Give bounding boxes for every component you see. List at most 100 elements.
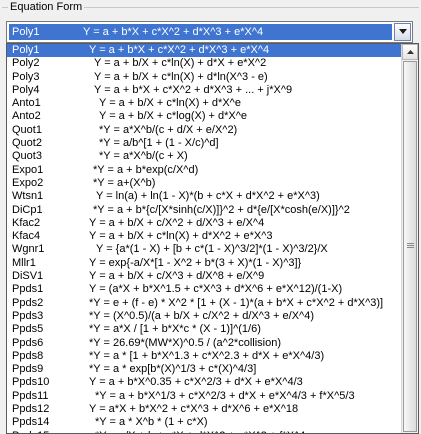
list-item[interactable]: Mllr1 Y = exp{-a/X*[1 - X^2 + b*(3 + X)*(… [7,257,401,270]
list-item[interactable]: Ppds8 *Y = a * [1 + b*X^1.3 + c*X^2.3 + d… [7,350,401,363]
list-item[interactable]: Anto2 Y = a + b/X + c*log(X) + d*X^e [7,110,401,123]
list-item[interactable]: Poly1 Y = a + b*X + c*X^2 + d*X^3 + e*X^4 [7,44,401,58]
list-item[interactable]: Ppds11 *Y = a + b*X^1/3 + c*X^2/3 + d*X +… [7,390,401,403]
list-item[interactable]: Ppds12 Y = a*X + b*X^2 + c*X^3 + d*X^6 + … [7,403,401,416]
equation-formula: Y = a*X + b*X^2 + c*X^3 + d*X^6 + e*X^18 [89,403,299,416]
list-item[interactable]: Expo1 *Y = a + b*exp(c/X^d) [7,164,401,177]
equation-formula: Y = a + b/X + c*log(X) + d*X^e [99,110,248,123]
combo-selected-name: Poly1 [12,26,40,38]
list-item[interactable]: Quot3 *Y = a*X^b/(c + X) [7,150,401,163]
equation-formula: *Y = e + (f - e) * X^2 * [1 + (X - 1)*(a… [89,296,384,309]
equation-name: Expo1 [12,163,44,176]
combo-selected-value: Poly1 Y = a + b*X + c*X^2 + d*X^3 + e*X^… [9,24,392,40]
equation-formula: Y = a + b/X + c/X^2 + d/X^3 + e/X^4 [89,216,265,229]
equation-name: Ppds5 [12,323,44,336]
equation-formula: *Y = a/X + b + c*X + d*X^2 + e*X^3 + f*X… [95,430,305,433]
grip-line [407,247,414,248]
list-item[interactable]: Anto1 Y = a + b/X + c*ln(X) + d*X^e [7,97,401,110]
grip-line [407,243,414,244]
equation-formula: *Y = a * exp[b*(X)^1/3 + c*(X)^4/3] [89,363,257,376]
equation-formula: Y = a + b/X + c/X^3 + d/X^8 + e/X^9 [89,270,265,283]
equation-name: Wtsn1 [12,190,44,203]
equation-formula: *Y = a * [1 + b*X^1.3 + c*X^2.3 + d*X + … [89,349,325,362]
list-item[interactable]: Ppds6 *Y = 26.69*(MW*X)^0.5 / (a^2*collis… [7,337,401,350]
equation-formula: Y = {a*(1 - X) + [b + c*(1 - X)^3/2]*(1 … [96,243,328,256]
equation-formula: *Y = a*X^b/(c + X) [99,150,188,163]
list-item[interactable]: Ppds15 *Y = a/X + b + c*X + d*X^2 + e*X^3… [7,430,401,433]
equation-name: Kfac2 [12,216,41,229]
equation-list-rows: Poly1 Y = a + b*X + c*X^2 + d*X^3 + e*X^4… [7,44,401,433]
equation-name: Wgnr1 [12,243,45,256]
equation-name: Quot2 [12,137,42,150]
equation-formula: Y = a + b/X + c*ln(X) + d*X + e*X^2 [94,57,267,70]
list-item[interactable]: Ppds2 *Y = e + (f - e) * X^2 * [1 + (X - … [7,297,401,310]
equation-formula: Y = ln(a) + ln(1 - X)*(b + c*X + d*X^2 +… [96,190,320,203]
equation-formula: *Y = a + b*X^1/3 + c*X^2/3 + d*X + e*X^4… [95,389,355,402]
list-item[interactable]: Poly4 Y = a + b*X + c*X^2 + d*X^3 + ... +… [7,84,401,97]
equation-name: Ppds11 [12,389,49,402]
equation-name: DiCp1 [12,203,43,216]
equation-name: Ppds15 [12,430,49,433]
list-item[interactable]: Wgnr1 Y = {a*(1 - X) + [b + c*(1 - X)^3/2… [7,243,401,256]
equation-name: Ppds9 [12,363,44,376]
equation-name: Ppds12 [12,403,50,416]
equation-name: Poly3 [12,70,40,83]
equation-name: Quot1 [12,123,42,136]
equation-name: Ppds1 [12,283,44,296]
list-item[interactable]: Ppds1 Y = (a*X + b*X^1.5 + c*X^3 + d*X^6 … [7,283,401,296]
scroll-thumb[interactable] [403,61,417,432]
vertical-scrollbar[interactable] [401,44,418,433]
list-item[interactable]: Kfac2 Y = a + b/X + c/X^2 + d/X^3 + e/X^4 [7,217,401,230]
equation-name: Ppds8 [12,349,44,362]
list-item[interactable]: Quot1 *Y = a*X^b/(c + d/X + e/X^2) [7,124,401,137]
equation-name: Anto1 [12,97,41,110]
equation-formula: *Y = a + b*exp(c/X^d) [93,163,199,176]
equation-name: Poly2 [12,57,40,70]
list-item[interactable]: Ppds5 *Y = a*X / [1 + b*X*c * (X - 1)]^(1… [7,323,401,336]
equation-formula: *Y = a + b*{c/[X*sinh(c/X)]}^2 + d*{e/[X… [93,203,350,216]
scroll-up-button[interactable] [402,44,418,60]
grip-line [407,245,414,246]
equation-dropdown-list[interactable]: Poly1 Y = a + b*X + c*X^2 + d*X^3 + e*X^4… [6,43,419,434]
list-item[interactable]: DiCp1 *Y = a + b*{c/[X*sinh(c/X)]}^2 + d*… [7,204,401,217]
equation-formula: Y = a + b/X + c*ln(X) + d*X^2 + e*X^3 [89,230,273,243]
equation-formula: *Y = a+(X^b) [93,176,156,189]
list-item[interactable]: Ppds10 Y = a + b*X^0.35 + c*X^2/3 + d*X +… [7,376,401,389]
list-item[interactable]: Wtsn1 Y = ln(a) + ln(1 - X)*(b + c*X + d*… [7,190,401,203]
equation-formula: Y = exp{-a/X*[1 - X^2 + b*(3 + X)*(1 - X… [89,256,302,269]
equation-formula: Y = a + b*X + c*X^2 + d*X^3 + e*X^4 [89,44,270,56]
equation-name: Ppds3 [12,309,44,322]
list-item[interactable]: Poly2 Y = a + b/X + c*ln(X) + d*X + e*X^2 [7,57,401,70]
list-item[interactable]: Ppds9 *Y = a * exp[b*(X)^1/3 + c*(X)^4/3] [7,363,401,376]
equation-name: Anto2 [12,110,41,123]
chevron-down-icon [399,29,407,34]
equation-name: Poly4 [12,83,40,96]
list-item[interactable]: Quot2 *Y = a/b^[1 + (1 - X/c)^d] [7,137,401,150]
arrow-up-icon [407,50,414,54]
list-item[interactable]: Poly3 Y = a + b/X + c*ln(X) + d*ln(X^3 - … [7,71,401,84]
equation-formula: *Y = a*X^b/(c + d/X + e/X^2) [99,123,238,136]
equation-name: Ppds14 [12,416,50,429]
equation-name: DiSV1 [12,270,44,283]
equation-name: Quot3 [12,150,42,163]
equation-name: Poly1 [12,44,40,56]
equation-name: Ppds2 [12,296,44,309]
list-item[interactable]: Kfac4 Y = a + b/X + c*ln(X) + d*X^2 + e*X… [7,230,401,243]
list-item[interactable]: Ppds14 *Y = a * X^b * (1 + c*X) [7,416,401,429]
equation-name: Ppds10 [12,376,50,389]
equation-name: Ppds6 [12,336,44,349]
equation-formula: *Y = (X^0.5)/(a + b/X + c/X^2 + d/X^3 + … [89,309,314,322]
dropdown-button[interactable] [394,23,411,41]
combo-selected-equation: Y = a + b*X + c*X^2 + d*X^3 + e*X^4 [83,26,264,38]
list-item[interactable]: Ppds3 *Y = (X^0.5)/(a + b/X + c/X^2 + d/X… [7,310,401,323]
list-item[interactable]: Expo2 *Y = a+(X^b) [7,177,401,190]
equation-formula: Y = a + b*X + c*X^2 + d*X^3 + ... + j*X^… [94,83,293,96]
equation-name: Expo2 [12,176,44,189]
equation-formula: *Y = a * X^b * (1 + c*X) [95,416,208,429]
group-title: Equation Form [8,1,85,13]
equation-name: Mllr1 [12,256,36,269]
equation-formula: Y = a + b*X^0.35 + c*X^2/3 + d*X + e*X^4… [89,376,303,389]
equation-form-combobox[interactable]: Poly1 Y = a + b*X + c*X^2 + d*X^3 + e*X^… [6,21,413,43]
equation-formula: *Y = 26.69*(MW*X)^0.5 / (a^2*collision) [89,336,282,349]
list-item[interactable]: DiSV1 Y = a + b/X + c/X^3 + d/X^8 + e/X^9 [7,270,401,283]
